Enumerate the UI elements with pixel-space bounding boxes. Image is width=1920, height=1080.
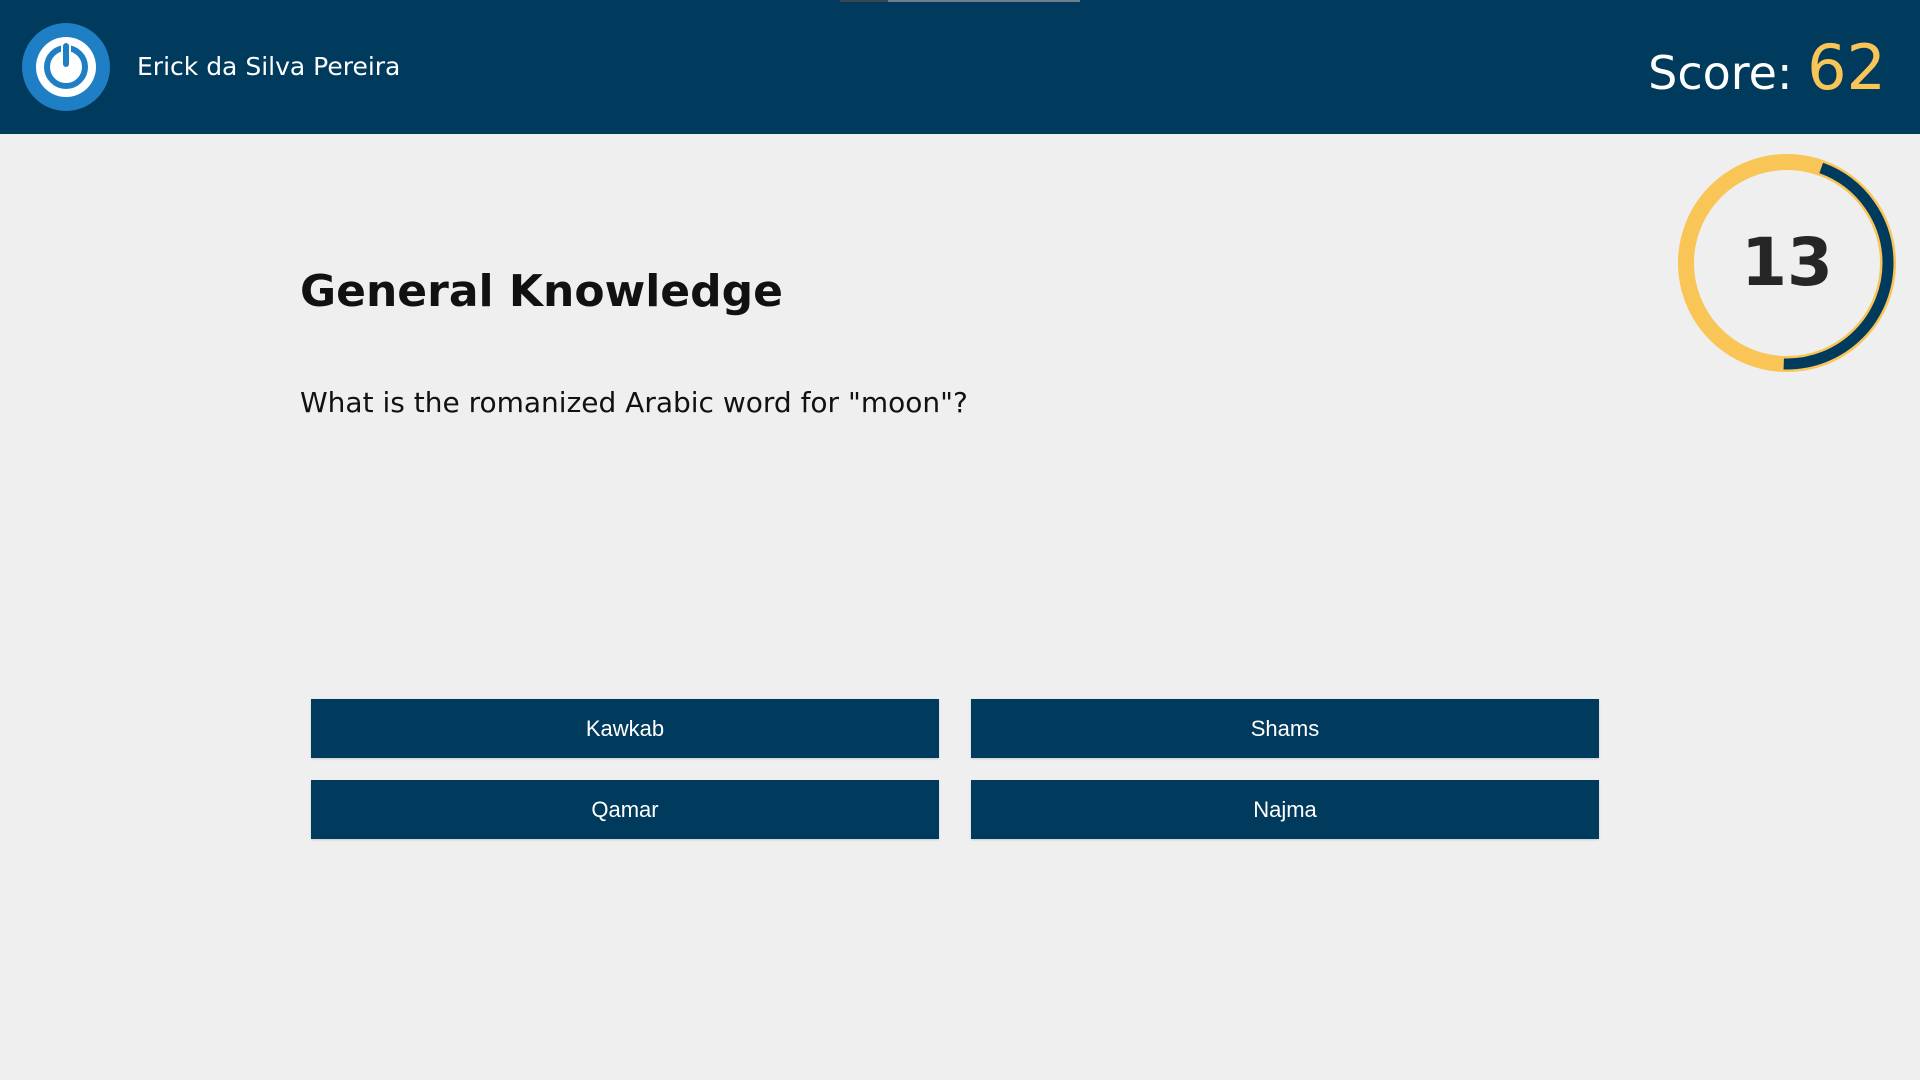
question-category: General Knowledge xyxy=(300,266,783,317)
score-display: Score: 62 xyxy=(1648,33,1886,108)
answer-button-1[interactable]: Kawkab xyxy=(311,699,939,758)
score-value: 62 xyxy=(1807,31,1886,104)
countdown-timer: 13 xyxy=(1676,152,1898,374)
user-name: Erick da Silva Pereira xyxy=(137,52,401,81)
timer-seconds: 13 xyxy=(1741,224,1833,301)
top-bar: Erick da Silva Pereira Score: 62 xyxy=(0,0,1920,134)
top-progress-line-fill xyxy=(840,0,888,2)
answer-button-4[interactable]: Najma xyxy=(971,780,1599,839)
power-button[interactable] xyxy=(22,23,110,111)
score-label: Score: xyxy=(1648,46,1793,100)
answer-button-2[interactable]: Shams xyxy=(971,699,1599,758)
question-text: What is the romanized Arabic word for "m… xyxy=(300,386,968,419)
power-icon xyxy=(36,37,96,97)
answer-button-3[interactable]: Qamar xyxy=(311,780,939,839)
